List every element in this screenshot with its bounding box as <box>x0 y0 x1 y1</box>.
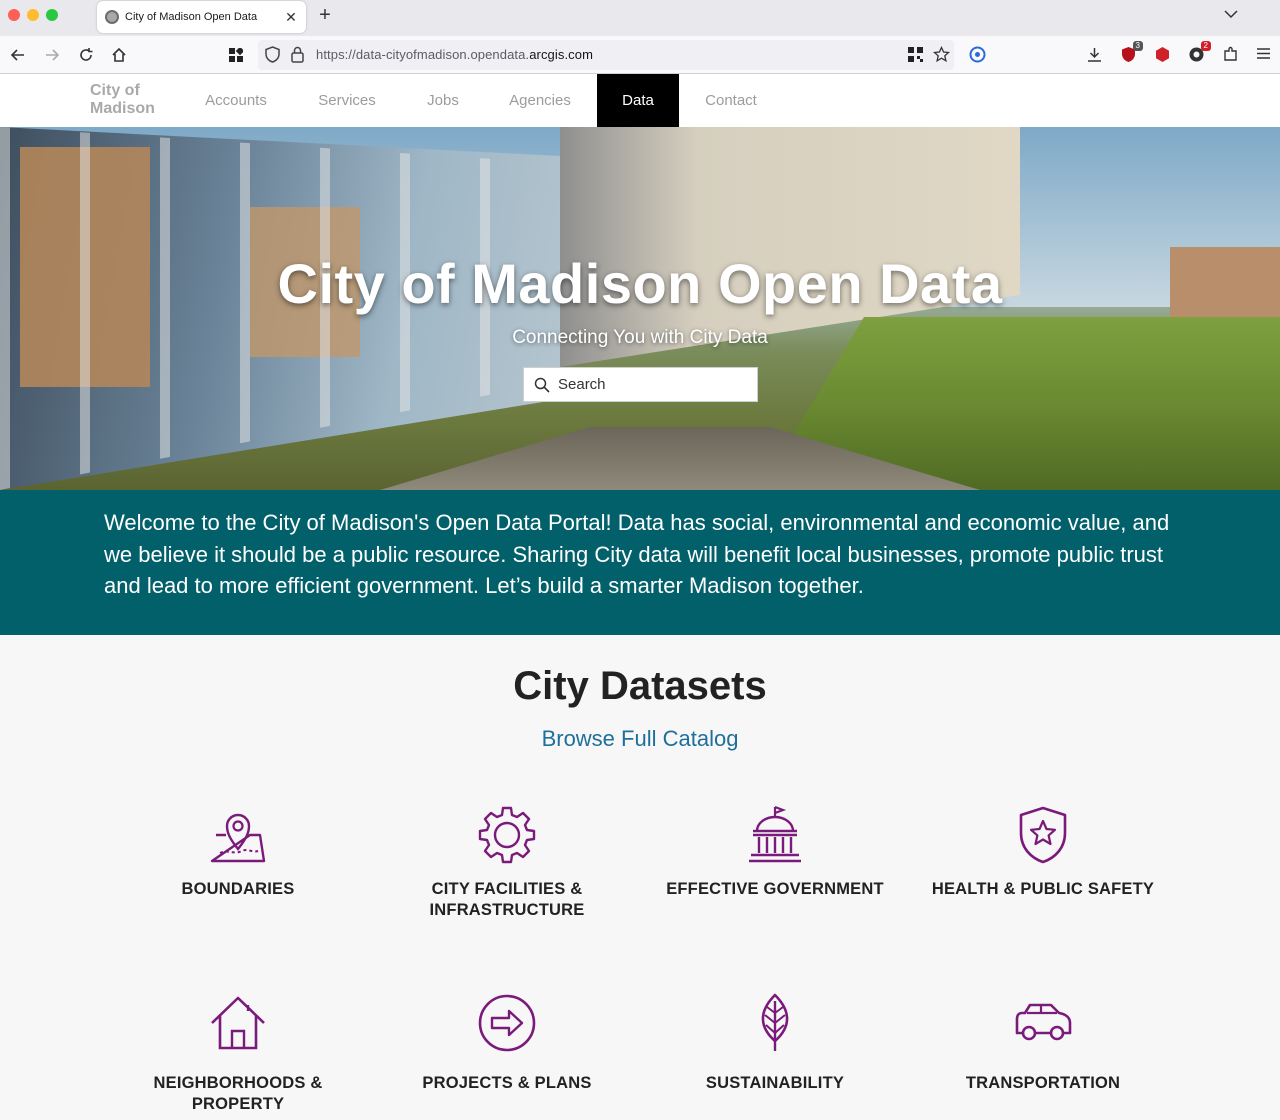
downloads-icon[interactable] <box>1086 46 1103 63</box>
home-icon[interactable] <box>108 44 130 66</box>
arrow-circle-icon <box>478 994 536 1052</box>
gear-icon <box>478 806 536 864</box>
padlock-icon[interactable] <box>290 46 307 63</box>
map-pin-icon <box>210 813 266 863</box>
category-neighborhoods-property[interactable]: NEIGHBORHOODS & PROPERTY <box>118 993 358 1115</box>
house-icon <box>211 996 265 1050</box>
nav-accounts[interactable]: Accounts <box>190 74 282 127</box>
hero-title: City of Madison Open Data <box>277 252 1003 315</box>
category-label: EFFECTIVE GOVERNMENT <box>666 880 884 898</box>
category-effective-government[interactable]: EFFECTIVE GOVERNMENT <box>655 805 895 900</box>
hamburger-menu-icon[interactable] <box>1256 46 1273 63</box>
browser-tab[interactable]: City of Madison Open Data ✕ <box>97 1 306 33</box>
category-label: SUSTAINABILITY <box>705 1074 845 1092</box>
category-label: BOUNDARIES <box>181 880 295 898</box>
window-close-button[interactable] <box>8 9 20 21</box>
qr-code-icon[interactable] <box>908 47 925 64</box>
browser-tab-bar: City of Madison Open Data ✕ + <box>0 0 1280 36</box>
window-minimize-button[interactable] <box>27 9 39 21</box>
password-manager-icon[interactable] <box>969 46 986 63</box>
welcome-section: Welcome to the City of Madison's Open Da… <box>0 490 1280 635</box>
category-projects-plans[interactable]: PROJECTS & PLANS <box>387 993 627 1094</box>
category-transportation[interactable]: TRANSPORTATION <box>923 993 1163 1094</box>
ublock-icon[interactable]: 3 <box>1120 41 1143 63</box>
nav-contact[interactable]: Contact <box>690 74 772 127</box>
nav-services[interactable]: Services <box>302 74 392 127</box>
ublock-badge: 3 <box>1132 41 1143 51</box>
bookmark-star-icon[interactable] <box>932 45 951 63</box>
nav-data[interactable]: Data <box>597 74 679 127</box>
tab-list-chevron-icon[interactable] <box>1224 6 1238 22</box>
search-icon <box>534 377 550 393</box>
nav-jobs[interactable]: Jobs <box>412 74 474 127</box>
category-label: TRANSPORTATION <box>965 1074 1121 1092</box>
puzzle-extensions-icon[interactable] <box>1222 46 1239 63</box>
forward-arrow-icon[interactable] <box>41 44 63 66</box>
hero-search-box[interactable] <box>523 367 758 402</box>
welcome-text: Welcome to the City of Madison's Open Da… <box>104 510 1170 598</box>
back-arrow-icon[interactable] <box>7 44 29 66</box>
tracking-shield-icon[interactable] <box>264 46 281 63</box>
site-logo[interactable]: City of Madison <box>90 82 160 118</box>
category-label: NEIGHBORHOODS & PROPERTY <box>153 1074 323 1113</box>
site-header: City of Madison Accounts Services Jobs A… <box>0 74 1280 127</box>
red-hexagon-extension-icon[interactable] <box>1154 46 1171 63</box>
hero-subtitle: Connecting You with City Data <box>512 327 768 348</box>
address-bar[interactable]: https://data-cityofmadison.opendata.arcg… <box>258 40 954 70</box>
new-tab-icon[interactable]: + <box>315 4 335 27</box>
url-prefix: https://data-cityofmadison.opendata. <box>316 47 530 62</box>
car-icon <box>1015 1003 1072 1041</box>
category-sustainability[interactable]: SUSTAINABILITY <box>655 993 895 1094</box>
url-text: https://data-cityofmadison.opendata.arcg… <box>316 47 593 62</box>
notifications-extension-icon[interactable]: 2 <box>1188 41 1211 63</box>
browse-catalog-link[interactable]: Browse Full Catalog <box>0 726 1280 752</box>
url-host: arcgis.com <box>529 47 594 62</box>
shield-star-icon <box>1019 806 1067 864</box>
category-health-public-safety[interactable]: HEALTH & PUBLIC SAFETY <box>923 805 1163 900</box>
category-city-facilities[interactable]: CITY FACILITIES & INFRASTRUCTURE <box>387 805 627 921</box>
notifications-badge: 2 <box>1200 41 1211 51</box>
category-label: HEALTH & PUBLIC SAFETY <box>931 880 1155 898</box>
tab-close-icon[interactable]: ✕ <box>282 9 300 26</box>
search-input[interactable] <box>558 376 738 393</box>
reload-icon[interactable] <box>75 44 97 66</box>
window-zoom-button[interactable] <box>46 9 58 21</box>
category-label: PROJECTS & PLANS <box>422 1074 592 1092</box>
hero-banner: City of Madison Open Data Connecting You… <box>0 127 1280 490</box>
browser-nav-bar: https://data-cityofmadison.opendata.arcg… <box>0 36 1280 74</box>
extensions-grid-icon[interactable] <box>225 44 247 66</box>
capitol-building-icon <box>749 805 801 863</box>
category-label: CITY FACILITIES & INFRASTRUCTURE <box>429 880 585 919</box>
site-favicon-icon <box>105 10 119 24</box>
leaf-icon <box>761 993 789 1051</box>
tab-title: City of Madison Open Data <box>125 11 258 23</box>
datasets-title: City Datasets <box>513 664 767 708</box>
nav-agencies[interactable]: Agencies <box>494 74 586 127</box>
category-boundaries[interactable]: BOUNDARIES <box>118 805 358 900</box>
